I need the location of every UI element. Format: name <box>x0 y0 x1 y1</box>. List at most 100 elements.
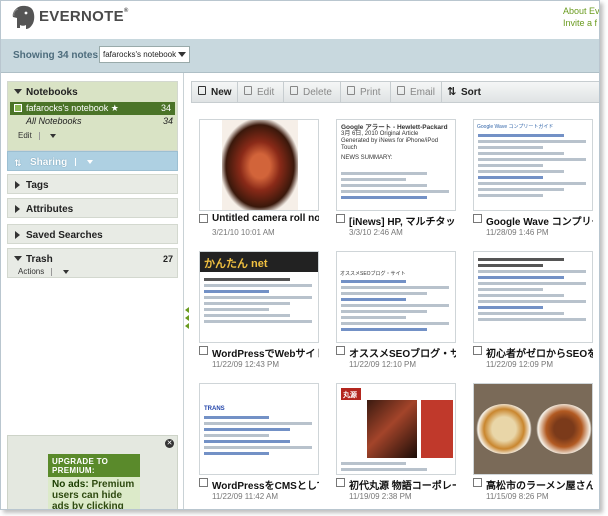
dropdown-arrow-icon[interactable] <box>86 160 93 165</box>
note-card[interactable]: TRANS WordPressをCMSとして使 11/22/09 11:42 A… <box>191 375 321 503</box>
sidebar-collapse-handle[interactable] <box>184 306 190 329</box>
note-checkbox[interactable] <box>336 214 345 223</box>
collapse-left-icon <box>185 307 189 313</box>
note-title[interactable]: Untitled camera roll note <box>212 213 319 224</box>
thumb-dark-photo <box>367 400 417 458</box>
note-checkbox[interactable] <box>336 346 345 355</box>
sharing-panel[interactable]: ⇅ Sharing <box>7 151 178 171</box>
note-title[interactable]: Google Wave コンプリート <box>486 213 593 228</box>
collapse-arrow-icon <box>14 89 22 94</box>
note-card[interactable]: Google Wave コンプリートガイド Google Wave コンプリート… <box>465 111 595 239</box>
dropdown-arrow-icon[interactable] <box>50 133 57 138</box>
note-card[interactable]: 初心者がゼロからSEOを学 11/22/09 12:09 PM <box>465 243 595 371</box>
thumbnail-lines <box>341 172 449 202</box>
note-checkbox[interactable] <box>473 478 482 487</box>
thumbnail-lines <box>204 278 312 326</box>
note-checkbox[interactable] <box>199 346 208 355</box>
elephant-logo-icon[interactable] <box>11 4 37 32</box>
note-checkbox[interactable] <box>473 346 482 355</box>
attributes-title: Attributes <box>26 204 74 215</box>
dropdown-arrow-icon[interactable] <box>62 269 69 274</box>
food-photo-image <box>222 120 298 210</box>
ramen-bowl-right-image <box>536 404 592 454</box>
trash-actions-button[interactable]: Actions <box>18 267 44 276</box>
sort-icon: ⇅ <box>447 86 457 98</box>
sidebar-item-fafarocks-notebook[interactable]: fafarocks's notebook ★ 34 <box>10 102 175 115</box>
notes-filter-bar: Showing 34 notes in fafarocks's notebook <box>1 39 599 73</box>
thumbnail-lines <box>341 462 449 474</box>
trash-header[interactable]: Trash 27 <box>8 249 177 269</box>
close-icon[interactable]: ✕ <box>165 439 174 448</box>
evernote-window: EVERNOTE® About Ev Invite a f Showing 34… <box>0 0 600 510</box>
note-checkbox[interactable] <box>336 478 345 487</box>
note-title[interactable]: オススメSEOブログ・サイト <box>349 345 456 360</box>
note-checkbox[interactable] <box>199 478 208 487</box>
note-title[interactable]: WordPressでWebサイトを <box>212 345 319 360</box>
notebooks-edit-button[interactable]: Edit <box>18 131 32 140</box>
note-title[interactable]: 初代丸源 物語コーポレー <box>349 477 456 492</box>
tags-panel[interactable]: Tags <box>7 174 178 194</box>
edit-button[interactable]: Edit <box>238 82 284 102</box>
thumbnail-text: Google アラート - Hewlett-Packard 3月 6日, 201… <box>341 124 451 162</box>
note-date: 11/15/09 8:26 PM <box>486 492 549 501</box>
premium-promo[interactable]: UPGRADE TO PREMIUM: No ads: Premium user… <box>48 454 140 509</box>
expand-arrow-icon <box>15 205 20 213</box>
note-card[interactable]: 高松市のラーメン屋さん 11/15/09 8:26 PM <box>465 375 595 503</box>
expand-arrow-icon <box>15 181 20 189</box>
note-date: 11/19/09 2:38 PM <box>349 492 412 501</box>
note-thumbnail[interactable]: Google アラート - Hewlett-Packard 3月 6日, 201… <box>336 119 456 211</box>
note-title[interactable]: 初心者がゼロからSEOを学 <box>486 345 593 360</box>
attributes-header[interactable]: Attributes <box>8 199 177 219</box>
print-label: Print <box>360 87 381 98</box>
notebook-count: 34 <box>162 116 173 126</box>
notebooks-header[interactable]: Notebooks <box>8 82 177 102</box>
chevron-down-icon <box>178 52 186 57</box>
note-title[interactable]: WordPressをCMSとして使 <box>212 477 319 492</box>
thumb-hp-line2: Generated by iNews for iPhone/iPod Touch <box>341 138 439 151</box>
note-thumbnail[interactable]: 丸源 <box>336 383 456 475</box>
thumbnail-lines <box>341 280 449 334</box>
print-button[interactable]: Print <box>341 82 391 102</box>
ramen-bowl-left-image <box>476 404 532 454</box>
note-thumbnail[interactable] <box>199 119 319 211</box>
note-title[interactable]: [iNews] HP, マルチタッチ <box>349 213 456 228</box>
note-thumbnail[interactable]: TRANS <box>199 383 319 475</box>
thumb-wp-banner-text: かんたん net <box>204 258 268 270</box>
note-card[interactable]: かんたん net WordPressでWebサイトを 11/22/09 12:4… <box>191 243 321 371</box>
trash-title: Trash <box>26 254 53 265</box>
note-card[interactable]: オススメSEOブログ・サイト オススメSEOブログ・サイト 11/22/09 1… <box>328 243 458 371</box>
note-thumbnail[interactable]: オススメSEOブログ・サイト <box>336 251 456 343</box>
note-card[interactable]: Untitled camera roll note 3/21/10 10:01 … <box>191 111 321 239</box>
note-title[interactable]: 高松市のラーメン屋さん <box>486 477 593 492</box>
note-date: 11/22/09 12:43 PM <box>212 360 280 369</box>
note-card[interactable]: Google アラート - Hewlett-Packard 3月 6日, 201… <box>328 111 458 239</box>
note-thumbnail[interactable] <box>473 383 593 475</box>
sidebar-item-all-notebooks[interactable]: All Notebooks 34 <box>8 115 177 128</box>
thumbnail-lines <box>478 134 586 200</box>
new-label: New <box>211 87 232 98</box>
notebooks-actions: Edit <box>8 128 177 140</box>
delete-button[interactable]: Delete <box>284 82 341 102</box>
collapse-left-icon <box>185 315 189 321</box>
about-link[interactable]: About Ev <box>563 5 599 17</box>
sharing-icon: ⇅ <box>14 158 22 168</box>
note-thumbnail[interactable]: Google Wave コンプリートガイド <box>473 119 593 211</box>
notebook-select[interactable]: fafarocks's notebook <box>99 46 190 63</box>
saved-searches-panel[interactable]: Saved Searches <box>7 224 178 244</box>
sharing-header[interactable]: ⇅ Sharing <box>8 152 177 172</box>
new-note-button[interactable]: New <box>192 82 238 102</box>
note-checkbox[interactable] <box>199 214 208 223</box>
saved-searches-header[interactable]: Saved Searches <box>8 225 177 245</box>
note-thumbnail[interactable] <box>473 251 593 343</box>
logo-text: EVERNOTE® <box>39 8 129 25</box>
note-checkbox[interactable] <box>473 214 482 223</box>
invite-link[interactable]: Invite a f <box>563 17 599 29</box>
email-icon <box>397 86 405 95</box>
tags-header[interactable]: Tags <box>8 175 177 195</box>
email-button[interactable]: Email <box>391 82 442 102</box>
sort-button[interactable]: ⇅ Sort <box>442 82 488 102</box>
attributes-panel[interactable]: Attributes <box>7 198 178 218</box>
note-card[interactable]: 丸源 初代丸源 物語コーポレー 11/19/09 2:38 PM <box>328 375 458 503</box>
note-thumbnail[interactable]: かんたん net <box>199 251 319 343</box>
promo-text: No ads: Premium users can hide ads by cl… <box>48 477 140 509</box>
